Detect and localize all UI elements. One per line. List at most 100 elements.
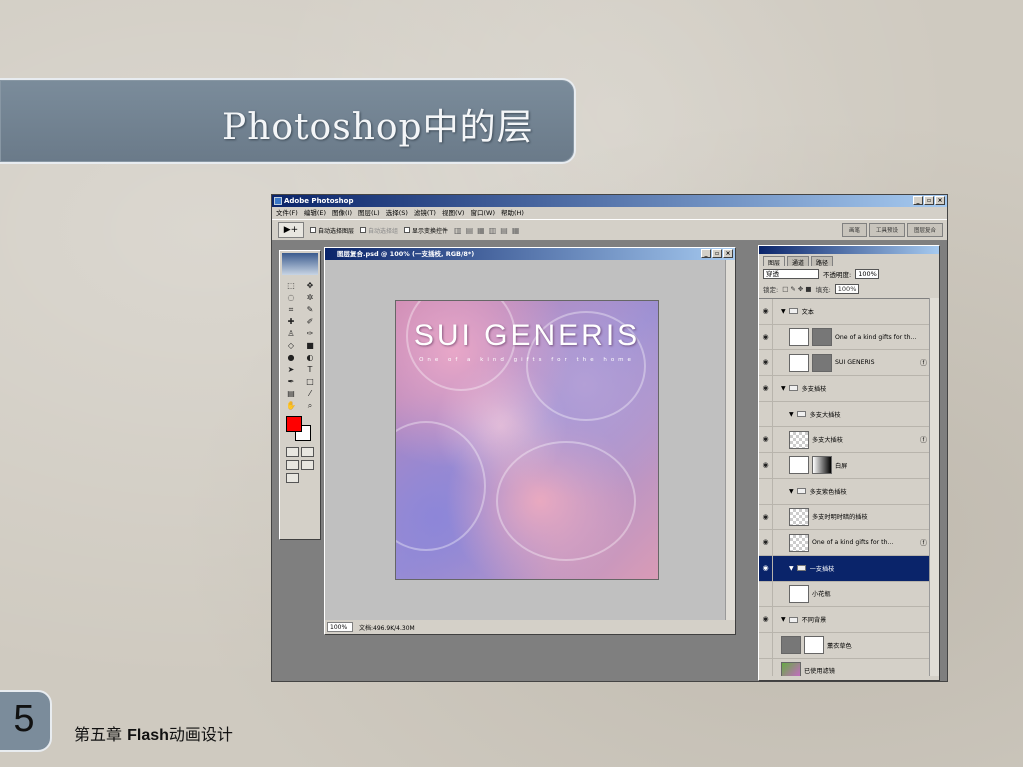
gradient-tool-icon[interactable]: ■ — [301, 340, 319, 351]
palette-tab-tool-presets[interactable]: 工具预设 — [868, 223, 905, 237]
visibility-eye-icon[interactable] — [759, 658, 773, 676]
visibility-eye-icon[interactable] — [759, 478, 773, 504]
menu-edit[interactable]: 编辑(E) — [304, 207, 326, 219]
move-tool-icon[interactable]: ✥ — [301, 280, 319, 291]
opacity-field[interactable]: 100% — [855, 269, 880, 279]
slice-tool-icon[interactable]: ✎ — [301, 304, 319, 315]
visibility-eye-icon[interactable]: ◉ — [759, 299, 773, 324]
menu-view[interactable]: 视图(V) — [442, 207, 465, 219]
magic-wand-icon[interactable]: ✲ — [301, 292, 319, 303]
layer-name: 白屏 — [835, 462, 848, 470]
palette-tab-brushes[interactable]: 画笔 — [841, 223, 867, 237]
blend-mode-select[interactable]: 穿透 — [763, 269, 819, 279]
layer-row[interactable]: ◉ ▼ 文本 — [759, 299, 931, 325]
palette-tab-layer-comps[interactable]: 图层复合 — [906, 223, 943, 237]
layer-row[interactable]: ◉ One of a kind gifts for th... — [759, 324, 931, 351]
layer-row[interactable]: 小花瓶 — [759, 581, 931, 608]
layers-scrollbar[interactable] — [929, 298, 939, 676]
doc-minimize-button[interactable]: _ — [701, 249, 711, 258]
menu-window[interactable]: 窗口(W) — [470, 207, 495, 219]
auto-select-layer-checkbox[interactable]: 自动选择图层 — [310, 226, 354, 235]
close-button[interactable]: × — [935, 196, 945, 205]
zoom-level-field[interactable]: 100% — [327, 622, 353, 632]
layer-thumbnail — [789, 584, 809, 603]
fill-field[interactable]: 100% — [834, 284, 859, 294]
lock-icons[interactable]: □ ✎ ✥ ■ — [782, 285, 811, 293]
canvas-area[interactable]: SUI GENERIS One of a kind gifts for the … — [327, 262, 725, 620]
history-brush-icon[interactable]: ✑ — [301, 328, 319, 339]
screen-mode-2-button[interactable] — [301, 460, 314, 470]
layer-row[interactable]: ◉ One of a kind gifts for th... ⓕ — [759, 530, 931, 556]
eraser-tool-icon[interactable]: ◇ — [282, 340, 300, 351]
layer-row[interactable]: ▼ 多支大插枝 — [759, 401, 931, 428]
menu-filter[interactable]: 滤镜(T) — [414, 207, 436, 219]
brush-tool-icon[interactable]: ✐ — [301, 316, 319, 327]
menu-layer[interactable]: 图层(L) — [358, 207, 380, 219]
move-tool-preset[interactable]: ▶+ — [278, 222, 304, 238]
zoom-tool-icon[interactable]: ⌕ — [301, 400, 319, 411]
layer-row[interactable]: ◉ ▼ 多支插枝 — [759, 376, 931, 402]
path-select-icon[interactable]: ➤ — [282, 364, 300, 375]
visibility-eye-icon[interactable]: ◉ — [759, 376, 773, 401]
foreground-color-swatch[interactable] — [286, 416, 302, 432]
layer-row[interactable]: ◉ ▼ 不同背景 — [759, 607, 931, 633]
visibility-eye-icon[interactable] — [759, 581, 773, 607]
menu-select[interactable]: 选择(S) — [386, 207, 408, 219]
type-tool-icon[interactable]: T — [301, 364, 319, 375]
lasso-tool-icon[interactable]: ◌ — [282, 292, 300, 303]
doc-restore-button[interactable]: ▫ — [712, 249, 722, 258]
doc-close-button[interactable]: × — [723, 249, 733, 258]
visibility-eye-icon[interactable]: ◉ — [759, 324, 773, 350]
blur-tool-icon[interactable]: ● — [282, 352, 300, 363]
eyedropper-icon[interactable]: ⁄ — [301, 388, 319, 399]
layer-row[interactable]: ◉ 白屏 — [759, 453, 931, 479]
layer-row-selected[interactable]: ◉ ▼ 一支插枝 — [759, 555, 931, 582]
dodge-tool-icon[interactable]: ◐ — [301, 352, 319, 363]
hand-tool-icon[interactable]: ✋ — [282, 400, 300, 411]
layer-row[interactable]: 薰衣草色 — [759, 632, 931, 659]
screen-mode-1-button[interactable] — [286, 460, 299, 470]
crop-tool-icon[interactable]: ⌗ — [282, 304, 300, 315]
restore-button[interactable]: ▫ — [924, 196, 934, 205]
minimize-button[interactable]: _ — [913, 196, 923, 205]
quickmask-mode-button[interactable] — [301, 447, 314, 457]
document-title: 图层复合.psd @ 100% (一支插枝, RGB/8*) — [337, 250, 475, 258]
jump-to-imageready-button[interactable] — [286, 473, 299, 483]
marquee-tool-icon[interactable]: ⬚ — [282, 280, 300, 291]
visibility-eye-icon[interactable] — [759, 632, 773, 658]
pen-tool-icon[interactable]: ✒ — [282, 376, 300, 387]
auto-select-group-checkbox[interactable]: 自动选择组 — [360, 226, 398, 235]
menu-help[interactable]: 帮助(H) — [501, 207, 524, 219]
tab-channels[interactable]: 通道 — [787, 256, 810, 267]
notes-tool-icon[interactable]: ▤ — [282, 388, 300, 399]
app-title: Adobe Photoshop — [284, 197, 354, 205]
layer-name: 多支时明时暗的插枝 — [812, 514, 868, 522]
visibility-eye-icon[interactable]: ◉ — [759, 555, 773, 581]
align-icons[interactable]: ▥ ▤ ▦ ▥ ▤ ▦ — [454, 226, 520, 235]
layer-row[interactable]: 已使用滤镜 — [759, 658, 931, 676]
layer-row[interactable]: ◉ SUI GENERIS ⓕ — [759, 350, 931, 377]
visibility-eye-icon[interactable]: ◉ — [759, 530, 773, 555]
visibility-eye-icon[interactable]: ◉ — [759, 350, 773, 376]
color-swatches — [286, 414, 320, 444]
doc-vertical-scrollbar[interactable] — [725, 260, 735, 620]
layer-name: 文本 — [801, 308, 814, 316]
layer-row[interactable]: ▼ 多支紫色插枝 — [759, 478, 931, 505]
tab-layers[interactable]: 图层 — [763, 256, 786, 267]
standard-mode-button[interactable] — [286, 447, 299, 457]
shape-tool-icon[interactable]: □ — [301, 376, 319, 387]
show-transform-checkbox[interactable]: 显示变换控件 — [404, 226, 448, 235]
visibility-eye-icon[interactable]: ◉ — [759, 427, 773, 453]
menu-image[interactable]: 图像(I) — [332, 207, 352, 219]
layer-row[interactable]: ◉ 多支时明时暗的插枝 — [759, 504, 931, 531]
visibility-eye-icon[interactable]: ◉ — [759, 504, 773, 530]
menu-file[interactable]: 文件(F) — [276, 207, 298, 219]
healing-brush-icon[interactable]: ✚ — [282, 316, 300, 327]
tab-paths[interactable]: 路径 — [811, 256, 834, 267]
document-titlebar: 图层复合.psd @ 100% (一支插枝, RGB/8*) _ ▫ × — [325, 248, 735, 260]
clone-stamp-icon[interactable]: ♙ — [282, 328, 300, 339]
visibility-eye-icon[interactable]: ◉ — [759, 453, 773, 478]
visibility-eye-icon[interactable]: ◉ — [759, 607, 773, 632]
visibility-eye-icon[interactable] — [759, 401, 773, 427]
layer-row[interactable]: ◉ 多支大插枝 ⓕ — [759, 427, 931, 454]
